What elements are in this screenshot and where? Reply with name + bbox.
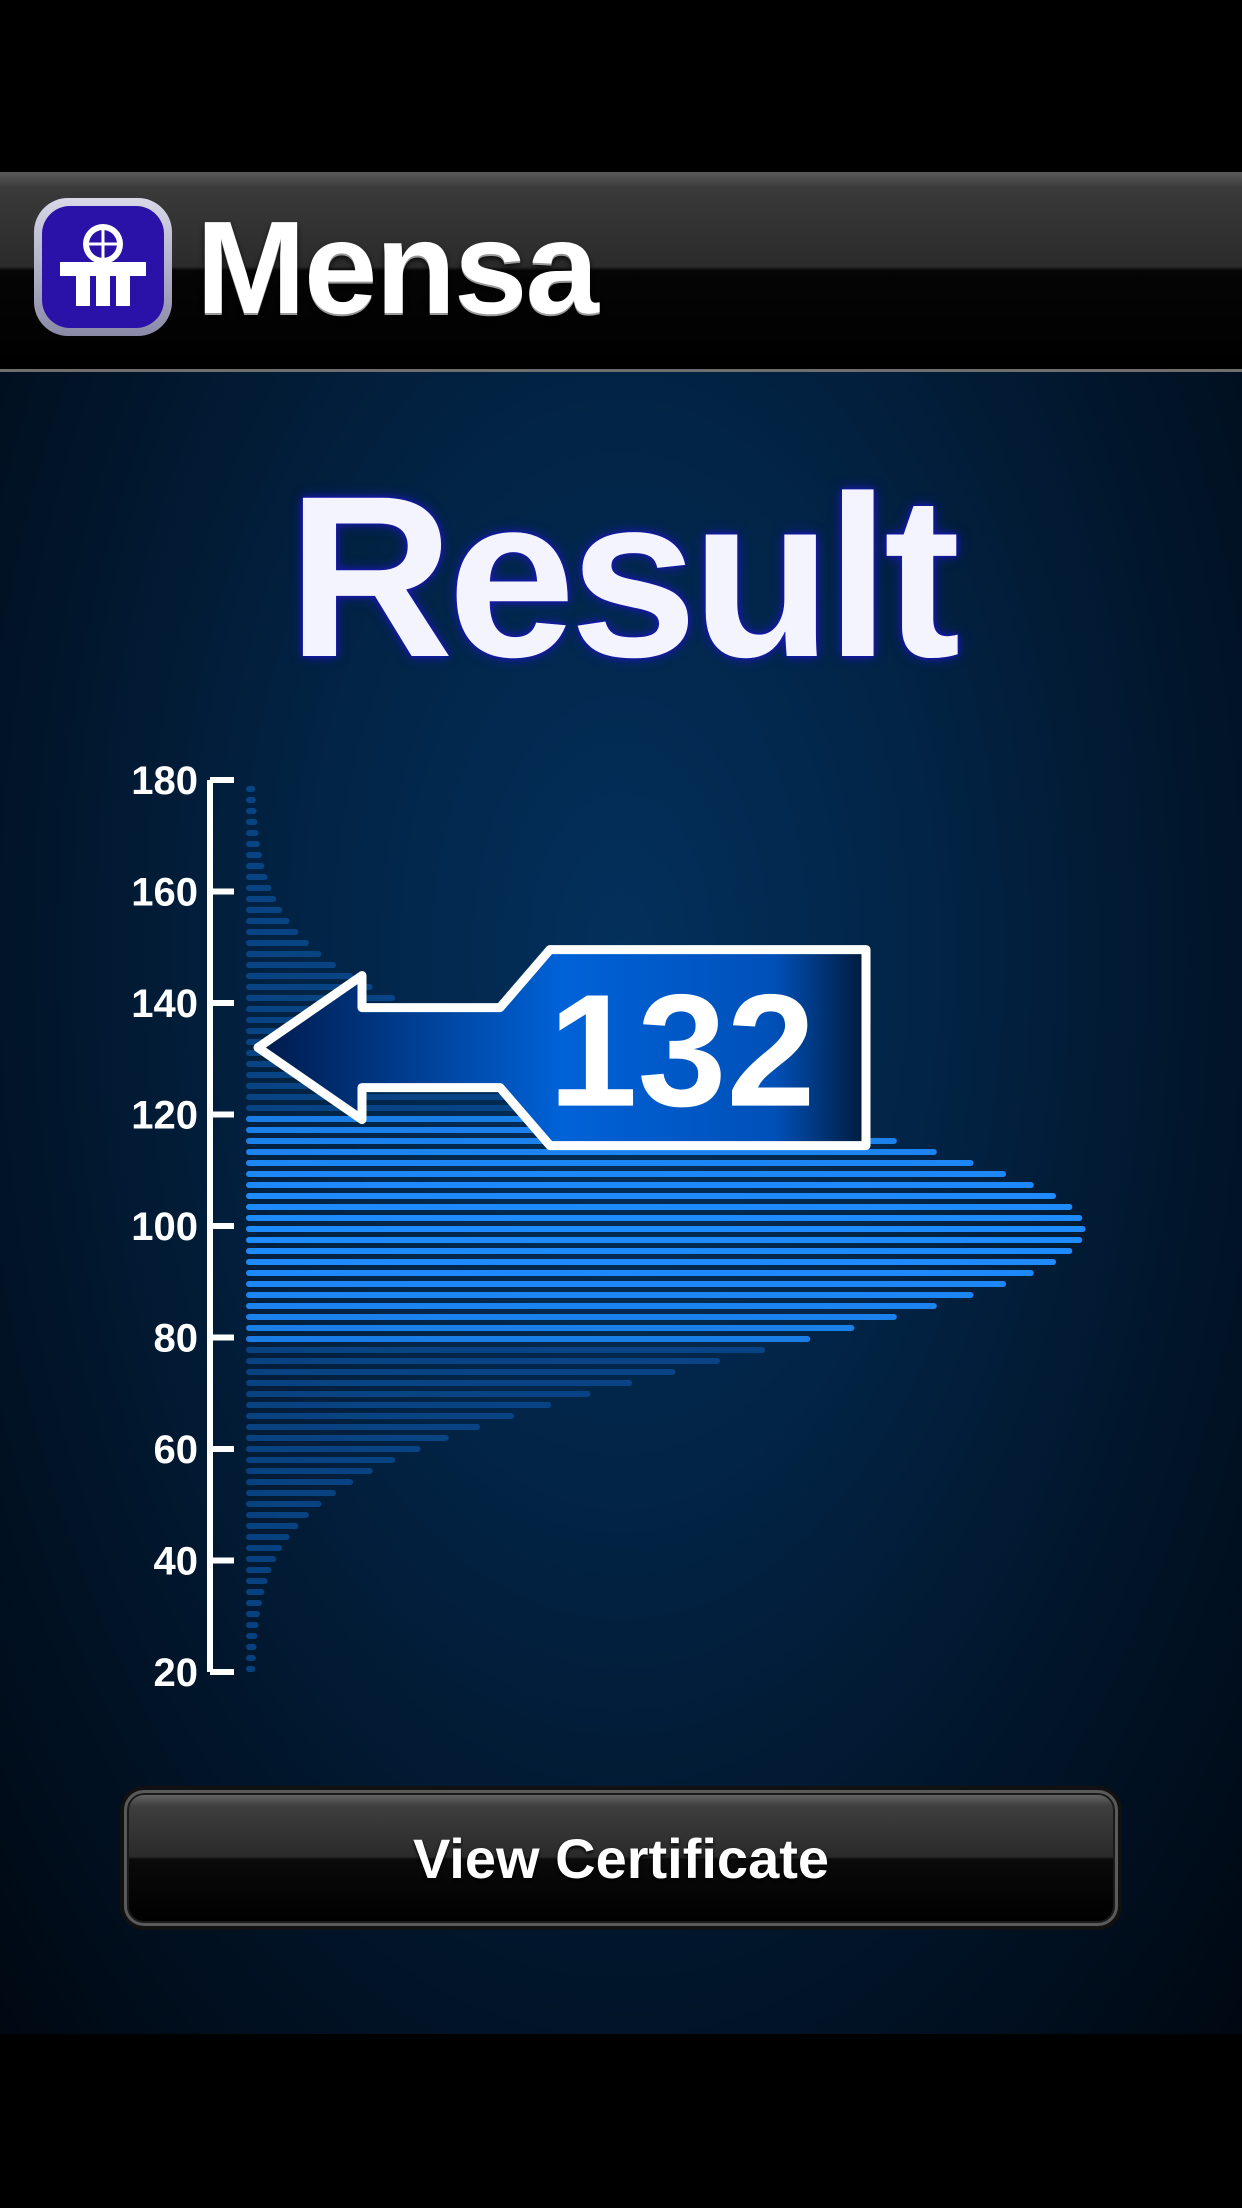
y-tick-label: 80	[154, 1317, 199, 1361]
distribution-bar	[246, 1402, 552, 1408]
view-certificate-label: View Certificate	[412, 1826, 830, 1890]
distribution-bar	[246, 874, 268, 880]
distribution-bar	[246, 1380, 633, 1386]
distribution-bar	[246, 830, 259, 836]
distribution-bar	[246, 863, 265, 869]
distribution-bar	[246, 1556, 277, 1562]
distribution-bar	[246, 1512, 309, 1518]
distribution-bar	[246, 1633, 258, 1639]
y-tick-label: 20	[154, 1651, 199, 1695]
distribution-bar	[246, 1336, 811, 1342]
distribution-bar	[246, 1160, 974, 1166]
y-tick-label: 60	[154, 1428, 199, 1472]
distribution-bar	[246, 907, 283, 913]
distribution-bar	[246, 1446, 421, 1452]
bottom-blank-area	[0, 2034, 1242, 2208]
distribution-bar	[246, 1578, 268, 1584]
distribution-bar	[246, 797, 256, 803]
distribution-bar	[246, 1182, 1034, 1188]
distribution-bar	[246, 1314, 897, 1320]
y-tick-label: 140	[131, 982, 198, 1026]
distribution-bar	[246, 1457, 396, 1463]
distribution-bar	[246, 1611, 261, 1617]
y-tick-label: 180	[131, 759, 198, 803]
distribution-bar	[246, 1193, 1057, 1199]
distribution-bar	[246, 1325, 855, 1331]
distribution-bar	[246, 841, 261, 847]
view-certificate-button[interactable]: View Certificate	[124, 1790, 1118, 1926]
distribution-bar	[246, 896, 277, 902]
distribution-bar	[246, 1424, 480, 1430]
distribution-bar	[246, 1413, 515, 1419]
distribution-bar	[246, 1644, 257, 1650]
score-value: 132	[549, 961, 816, 1140]
distribution-bar	[246, 951, 322, 957]
distribution-bar	[246, 1468, 373, 1474]
distribution-bar	[246, 929, 299, 935]
distribution-bar	[246, 852, 262, 858]
distribution-bar	[246, 1215, 1083, 1221]
distribution-bar	[246, 1259, 1057, 1265]
distribution-bar	[246, 1435, 449, 1441]
distribution-bar	[246, 1248, 1073, 1254]
y-tick-label: 100	[131, 1205, 198, 1249]
distribution-bar	[246, 1226, 1086, 1232]
distribution-bar	[246, 885, 272, 891]
distribution-bar	[246, 1622, 259, 1628]
distribution-bar	[246, 1237, 1083, 1243]
y-tick-label: 120	[131, 1094, 198, 1138]
distribution-bar	[246, 1567, 272, 1573]
distribution-bar	[246, 1391, 591, 1397]
distribution-bar	[246, 918, 290, 924]
distribution-bar	[246, 1600, 262, 1606]
distribution-bar	[246, 1303, 937, 1309]
distribution-bar	[246, 1204, 1073, 1210]
distribution-bar	[246, 962, 337, 968]
distribution-bar	[246, 1545, 283, 1551]
distribution-bar	[246, 1171, 1007, 1177]
distribution-bar	[246, 1281, 1007, 1287]
distribution-bar	[246, 1501, 322, 1507]
distribution-bar	[246, 973, 354, 979]
distribution-bar	[246, 1589, 265, 1595]
distribution-bar	[246, 1479, 354, 1485]
distribution-bar	[246, 1270, 1034, 1276]
distribution-bar	[246, 1369, 676, 1375]
y-tick-label: 160	[131, 871, 198, 915]
distribution-bar	[246, 1347, 766, 1353]
distribution-bar	[246, 1490, 337, 1496]
distribution-bar	[246, 940, 309, 946]
distribution-bar	[246, 1666, 256, 1672]
distribution-bar	[246, 808, 257, 814]
distribution-bar	[246, 786, 256, 792]
distribution-bar	[246, 1358, 721, 1364]
y-tick-label: 40	[154, 1540, 199, 1584]
distribution-bar	[246, 1523, 299, 1529]
distribution-bar	[246, 1655, 256, 1661]
distribution-bar	[246, 1534, 290, 1540]
distribution-bar	[246, 1292, 974, 1298]
distribution-bar	[246, 819, 258, 825]
